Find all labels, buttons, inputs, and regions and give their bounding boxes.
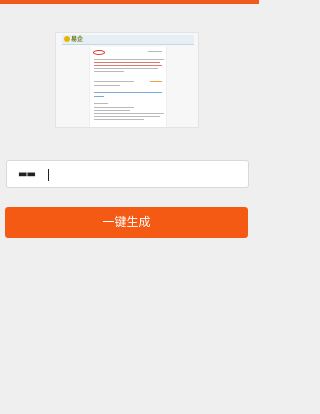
preview-line bbox=[94, 65, 162, 66]
preview-line bbox=[94, 113, 164, 114]
text-caret bbox=[48, 169, 49, 181]
preview-circle-mark bbox=[93, 50, 105, 55]
preview-document-page bbox=[89, 47, 167, 127]
preview-line bbox=[94, 92, 162, 93]
preview-logo: 易企 bbox=[64, 36, 92, 44]
generate-button[interactable]: 一键生成 bbox=[5, 207, 248, 238]
preview-line bbox=[94, 110, 130, 111]
preview-line bbox=[94, 59, 164, 60]
preview-line bbox=[94, 116, 160, 117]
text-input-field[interactable]: ▬▬ bbox=[6, 160, 249, 188]
preview-line bbox=[94, 107, 134, 108]
preview-line bbox=[148, 51, 162, 52]
text-input-value: ▬▬ bbox=[18, 169, 36, 180]
preview-line bbox=[150, 81, 162, 82]
top-accent-bar bbox=[0, 0, 259, 4]
preview-header-bar: 易企 bbox=[62, 35, 194, 45]
preview-line bbox=[94, 85, 120, 86]
logo-icon bbox=[64, 36, 70, 42]
preview-line bbox=[94, 71, 124, 72]
preview-line bbox=[94, 81, 134, 82]
preview-line bbox=[94, 103, 108, 104]
preview-line bbox=[94, 68, 158, 69]
preview-line bbox=[94, 62, 160, 63]
preview-logo-text: 易企 bbox=[71, 36, 84, 43]
document-preview-image: 易企 bbox=[55, 32, 199, 128]
preview-line bbox=[94, 96, 104, 97]
preview-line bbox=[94, 119, 144, 120]
